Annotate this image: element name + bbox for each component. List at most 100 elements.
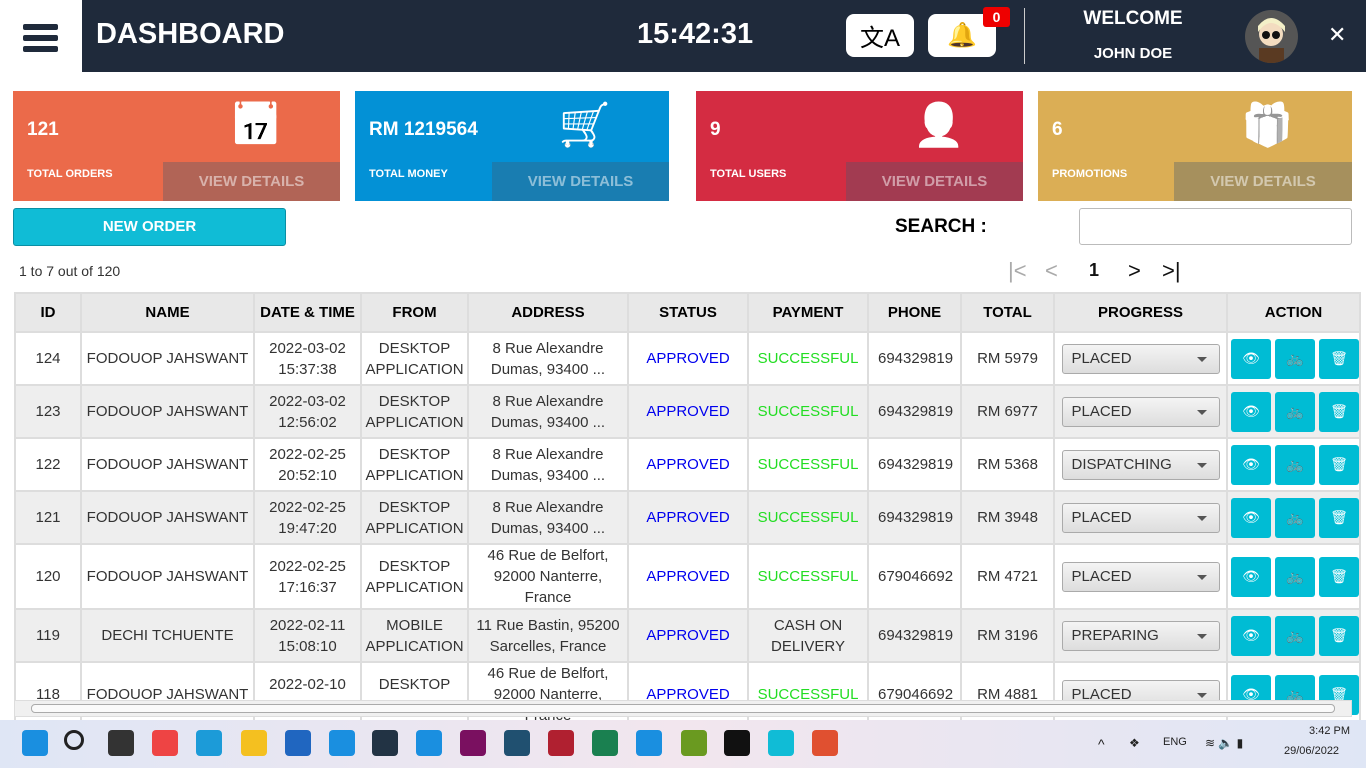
bicycle-icon[interactable]: 🚲	[1275, 444, 1315, 485]
new-order-button[interactable]: NEW ORDER	[13, 208, 286, 246]
wifi-icon[interactable]: ≋ 🔈 ▮	[1205, 736, 1243, 750]
bell-icon: 🔔	[947, 22, 977, 49]
cell-total: RM 3196	[960, 608, 1055, 663]
view-icon[interactable]: 👁	[1231, 391, 1271, 432]
bicycle-icon[interactable]: 🚲	[1275, 556, 1315, 597]
translate-button[interactable]: 文A	[846, 14, 914, 57]
view-icon[interactable]: 👁	[1231, 615, 1271, 656]
progress-select[interactable]: PLACED	[1061, 502, 1220, 533]
table-row[interactable]: 122 FODOUOP JAHSWANT 2022-02-25 20:52:10 DE…	[14, 437, 1361, 492]
column-header[interactable]: ID	[14, 292, 82, 333]
view-details-button[interactable]: VIEW DETAILS	[1174, 162, 1352, 201]
avatar[interactable]	[1245, 10, 1298, 63]
cell-total: RM 3948	[960, 490, 1055, 545]
search-icon[interactable]	[64, 730, 84, 750]
cell-date-time: 2022-02-25 19:47:20	[253, 490, 362, 545]
progress-select[interactable]: PLACED	[1061, 561, 1220, 592]
table-row[interactable]: 123 FODOUOP JAHSWANT 2022-03-02 12:56:02 DE…	[14, 384, 1361, 439]
cell-id: 123	[14, 384, 82, 439]
cell-date-time: 2022-03-02 15:37:38	[253, 331, 362, 386]
progress-select[interactable]: PLACED	[1061, 396, 1220, 427]
trash-icon[interactable]: 🗑	[1319, 391, 1359, 432]
language-indicator[interactable]: ENG	[1163, 736, 1187, 748]
view-icon[interactable]: 👁	[1231, 444, 1271, 485]
progress-select[interactable]: DISPATCHING	[1061, 449, 1220, 480]
view-details-button[interactable]: VIEW DETAILS	[846, 162, 1023, 201]
cmd-icon[interactable]	[724, 730, 750, 756]
column-header[interactable]: PHONE	[867, 292, 962, 333]
table-row[interactable]: 120 FODOUOP JAHSWANT 2022-02-25 17:16:37 DE…	[14, 543, 1361, 610]
progress-cell: PREPARING	[1053, 608, 1228, 663]
view-details-button[interactable]: VIEW DETAILS	[163, 162, 340, 201]
close-icon[interactable]: ✕	[1328, 22, 1346, 48]
app-icon[interactable]	[416, 730, 442, 756]
column-header[interactable]: ACTION	[1226, 292, 1361, 333]
info-app-icon[interactable]	[592, 730, 618, 756]
column-header[interactable]: PAYMENT	[747, 292, 869, 333]
windows-start-icon[interactable]	[22, 730, 48, 756]
column-header[interactable]: NAME	[80, 292, 255, 333]
orders-table: ID NAME DATE & TIME FROM ADDRESS STATUS PAYMEN…	[14, 292, 1361, 728]
bicycle-icon[interactable]: 🚲	[1275, 497, 1315, 538]
user-name: JOHN DOE	[1093, 45, 1173, 62]
menu-button[interactable]	[0, 0, 82, 72]
cell-payment: SUCCESSFUL	[747, 490, 869, 545]
snipping-tool-icon[interactable]	[812, 730, 838, 756]
view-details-button[interactable]: VIEW DETAILS	[492, 162, 669, 201]
virtualbox-icon[interactable]	[372, 730, 398, 756]
prev-page-icon[interactable]: <	[1045, 258, 1058, 284]
page-title: DASHBOARD	[96, 18, 285, 50]
taskbar-date[interactable]: 29/06/2022	[1284, 745, 1339, 757]
view-icon[interactable]: 👁	[1231, 497, 1271, 538]
view-icon[interactable]: 👁	[1231, 338, 1271, 379]
progress-select[interactable]: PLACED	[1061, 343, 1220, 374]
progress-cell: PLACED	[1053, 490, 1228, 545]
column-header[interactable]: ADDRESS	[467, 292, 629, 333]
column-header[interactable]: TOTAL	[960, 292, 1055, 333]
table-row[interactable]: 118FODOUOP JAHSWANT2022-02-10 15:57:36DE…	[14, 661, 1361, 728]
cell-payment: CASH ON DELIVERY	[747, 608, 869, 663]
trash-icon[interactable]: 🗑	[1319, 338, 1359, 379]
column-header[interactable]: DATE & TIME	[253, 292, 362, 333]
trash-icon[interactable]: 🗑	[1319, 556, 1359, 597]
action-cell: 👁 🚲 🗑	[1226, 490, 1361, 545]
taskbar-time[interactable]: 3:42 PM	[1300, 725, 1350, 737]
edge-icon[interactable]	[196, 730, 222, 756]
mail-icon[interactable]	[329, 730, 355, 756]
cell-total: RM 5979	[960, 331, 1055, 386]
horizontal-scrollbar[interactable]	[14, 700, 1352, 717]
trash-icon[interactable]: 🗑	[1319, 444, 1359, 485]
last-page-icon[interactable]: >|	[1162, 258, 1181, 284]
file-explorer-icon[interactable]	[241, 730, 267, 756]
store-icon[interactable]	[285, 730, 311, 756]
bicycle-icon[interactable]: 🚲	[1275, 391, 1315, 432]
terminal-app-icon[interactable]	[681, 730, 707, 756]
bicycle-icon[interactable]: 🚲	[1275, 338, 1315, 379]
vscode-icon[interactable]	[636, 730, 662, 756]
trash-icon[interactable]: 🗑	[1319, 615, 1359, 656]
jupyter-icon[interactable]	[460, 730, 486, 756]
trash-icon[interactable]: 🗑	[1319, 497, 1359, 538]
chrome-icon[interactable]	[152, 730, 178, 756]
food-app-icon[interactable]	[768, 730, 794, 756]
dropbox-icon[interactable]: ❖	[1129, 736, 1140, 750]
task-view-icon[interactable]	[108, 730, 134, 756]
cart-icon: 🛒	[558, 101, 611, 148]
progress-select[interactable]: PREPARING	[1061, 620, 1220, 651]
first-page-icon[interactable]: |<	[1008, 258, 1027, 284]
table-row[interactable]: 121 FODOUOP JAHSWANT 2022-02-25 19:47:20 DE…	[14, 490, 1361, 545]
column-header[interactable]: FROM	[360, 292, 469, 333]
bicycle-icon[interactable]: 🚲	[1275, 615, 1315, 656]
clock: 15:42:31	[637, 18, 754, 50]
r-icon[interactable]	[548, 730, 574, 756]
anaconda-icon[interactable]	[504, 730, 530, 756]
search-input[interactable]	[1079, 208, 1352, 245]
next-page-icon[interactable]: >	[1128, 258, 1141, 284]
table-row[interactable]: 124 FODOUOP JAHSWANT 2022-03-02 15:37:38 DE…	[14, 331, 1361, 386]
view-icon[interactable]: 👁	[1231, 556, 1271, 597]
column-header[interactable]: STATUS	[627, 292, 749, 333]
chevron-up-icon[interactable]: ^	[1098, 736, 1105, 752]
current-page[interactable]: 1	[1089, 260, 1099, 281]
column-header[interactable]: PROGRESS	[1053, 292, 1228, 333]
table-row[interactable]: 119 DECHI TCHUENTE 2022-02-11 15:08:10 MOBI…	[14, 608, 1361, 663]
